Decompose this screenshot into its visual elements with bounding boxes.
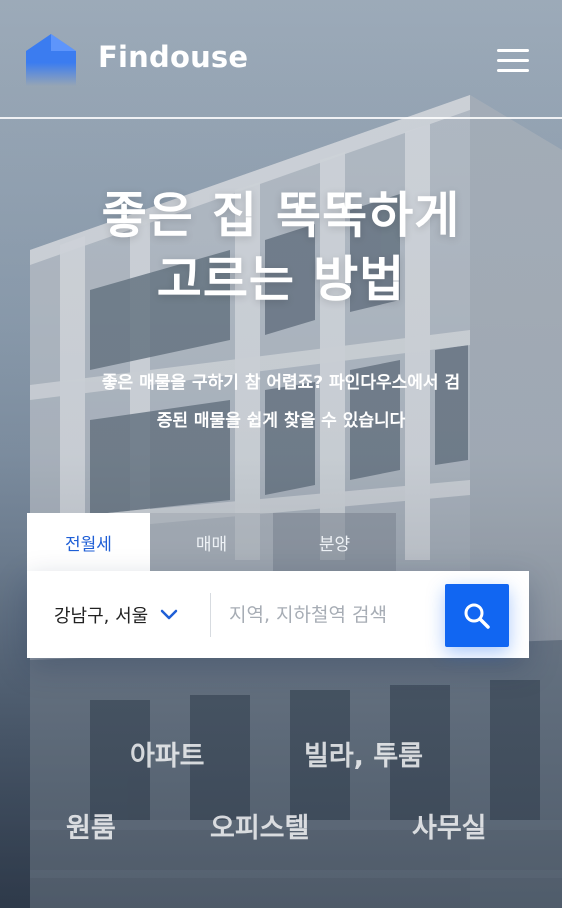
region-value: 강남구, 서울 — [54, 605, 149, 627]
tab-bunyang[interactable]: 분양 — [273, 513, 396, 571]
hero-title-line2: 고르는 방법 — [156, 251, 406, 308]
search-divider — [210, 593, 211, 637]
app-screen: Findouse 좋은 집 똑똑하게 고르는 방법 좋은 매물을 구하기 참 어… — [0, 0, 562, 908]
region-selector[interactable]: 강남구, 서울 — [27, 571, 210, 658]
tab-maemae[interactable]: 매매 — [150, 513, 273, 571]
category-officetel[interactable]: 오피스텔 — [210, 806, 309, 845]
search-button[interactable] — [445, 584, 509, 647]
hero-title-line1: 좋은 집 똑똑하게 — [101, 187, 461, 244]
search-input[interactable] — [223, 593, 457, 637]
category-office[interactable]: 사무실 — [412, 806, 487, 845]
search-box: 강남구, 서울 — [27, 571, 529, 658]
category-apartment[interactable]: 아파트 — [130, 734, 205, 773]
search-icon — [464, 603, 490, 629]
hero-subtitle-line1: 좋은 매물을 구하기 참 어렵죠? 파인다우스에서 검 — [101, 373, 461, 393]
house-logo-icon[interactable] — [26, 34, 76, 86]
tab-jeonwolse[interactable]: 전월세 — [27, 513, 150, 571]
deal-type-tabs: 전월세 매매 분양 — [27, 513, 396, 571]
category-oneroom[interactable]: 원룸 — [66, 806, 116, 845]
hero-title: 좋은 집 똑똑하게 고르는 방법 — [0, 184, 562, 312]
chevron-down-icon — [161, 609, 178, 619]
brand-name[interactable]: Findouse — [98, 40, 248, 74]
category-villa-tworoom[interactable]: 빌라, 투룸 — [304, 734, 423, 773]
top-header: Findouse — [0, 0, 562, 119]
hero-subtitle-line2: 증된 매물을 쉽게 찾을 수 있습니다 — [156, 411, 406, 431]
hamburger-menu-icon[interactable] — [497, 49, 529, 73]
background-overlay — [0, 0, 562, 908]
hero-subtitle: 좋은 매물을 구하기 참 어렵죠? 파인다우스에서 검 증된 매물을 쉽게 찾을… — [40, 364, 522, 440]
